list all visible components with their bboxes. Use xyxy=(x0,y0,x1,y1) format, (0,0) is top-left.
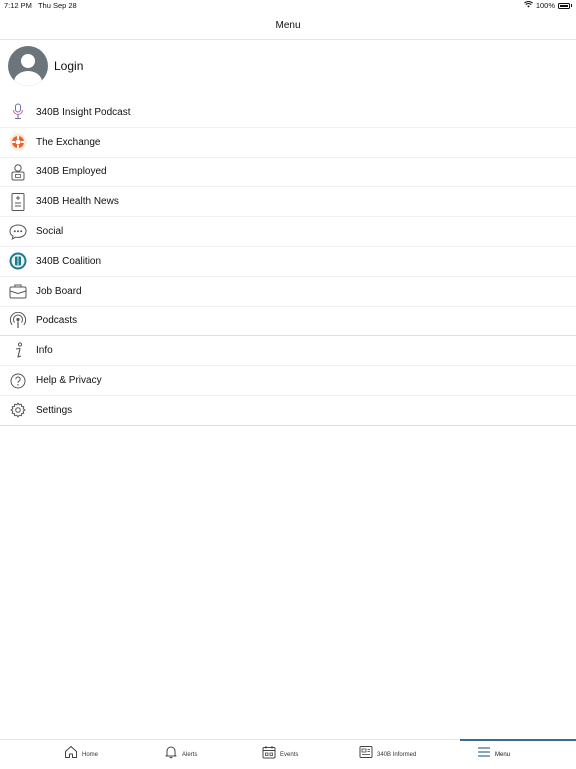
nav-bar: Menu xyxy=(0,12,576,40)
menu-item-340b-employed[interactable]: 340B Employed xyxy=(0,158,576,188)
exchange-logo-icon xyxy=(9,133,27,151)
home-icon xyxy=(64,745,78,764)
calendar-icon xyxy=(262,745,276,764)
page-title: Menu xyxy=(275,20,301,31)
avatar xyxy=(8,46,48,86)
battery-percent: 100% xyxy=(535,1,555,10)
help-icon xyxy=(9,372,27,390)
tab-events[interactable]: Events xyxy=(262,740,298,769)
menu-item-340b-health-news[interactable]: 340B Health News xyxy=(0,187,576,218)
menu-item-label: 340B Employed xyxy=(36,166,107,178)
menu-item-podcasts[interactable]: Podcasts xyxy=(0,307,576,337)
menu-item-label: 340B Coalition xyxy=(36,255,102,267)
tab-label: Menu xyxy=(495,751,511,758)
menu-item-label: 340B Health News xyxy=(36,196,119,208)
tab-alerts[interactable]: Alerts xyxy=(164,740,197,769)
tab-label: Alerts xyxy=(182,751,198,758)
wifi-icon xyxy=(523,1,533,10)
tab-label: 340B Informed xyxy=(377,751,417,758)
tab-label: Home xyxy=(82,751,99,758)
menu-item-label: Info xyxy=(36,345,53,357)
login-row[interactable]: Login xyxy=(8,46,83,86)
menu-item-settings[interactable]: Settings xyxy=(0,396,576,426)
tab-label: Events xyxy=(280,751,299,758)
login-label: Login xyxy=(54,59,84,73)
tab-menu[interactable]: Menu xyxy=(477,740,510,769)
info-icon xyxy=(9,342,27,360)
microphone-icon xyxy=(9,103,27,121)
menu-item-label: Help & Privacy xyxy=(36,375,102,387)
briefcase-icon xyxy=(9,282,27,300)
coalition-logo-icon xyxy=(9,252,27,270)
menu-item-label: Settings xyxy=(36,404,73,416)
employee-badge-icon xyxy=(9,163,27,181)
menu-list: 340B Insight Podcast The Exchange 340B E… xyxy=(0,98,576,426)
status-time: 7:12 PM xyxy=(4,1,32,10)
menu-icon xyxy=(477,745,491,764)
bell-icon xyxy=(164,745,178,764)
menu-item-info[interactable]: Info xyxy=(0,336,576,367)
menu-item-340b-insight-podcast[interactable]: 340B Insight Podcast xyxy=(0,98,576,128)
menu-item-340b-coalition[interactable]: 340B Coalition xyxy=(0,247,576,277)
tab-340b-informed[interactable]: 340B Informed xyxy=(359,740,416,769)
newspaper-icon xyxy=(359,745,373,764)
menu-item-job-board[interactable]: Job Board xyxy=(0,277,576,307)
menu-item-label: Social xyxy=(36,226,64,238)
menu-item-the-exchange[interactable]: The Exchange xyxy=(0,128,576,158)
tab-home[interactable]: Home xyxy=(64,740,98,769)
status-bar: 7:12 PM Thu Sep 28 100% xyxy=(0,0,576,12)
gear-icon xyxy=(9,401,27,419)
menu-item-label: 340B Insight Podcast xyxy=(36,106,131,118)
menu-item-social[interactable]: Social xyxy=(0,217,576,247)
document-icon xyxy=(9,192,27,211)
menu-item-help-privacy[interactable]: Help & Privacy xyxy=(0,366,576,396)
menu-item-label: Podcasts xyxy=(36,315,78,327)
battery-icon xyxy=(558,2,570,9)
menu-item-label: The Exchange xyxy=(36,136,101,148)
chat-bubble-icon xyxy=(9,223,27,241)
menu-item-label: Job Board xyxy=(36,285,82,297)
tab-bar: Home Alerts Events 340B Informed Menu xyxy=(0,739,576,768)
podcast-icon xyxy=(9,311,27,330)
status-date: Thu Sep 28 xyxy=(37,1,77,10)
